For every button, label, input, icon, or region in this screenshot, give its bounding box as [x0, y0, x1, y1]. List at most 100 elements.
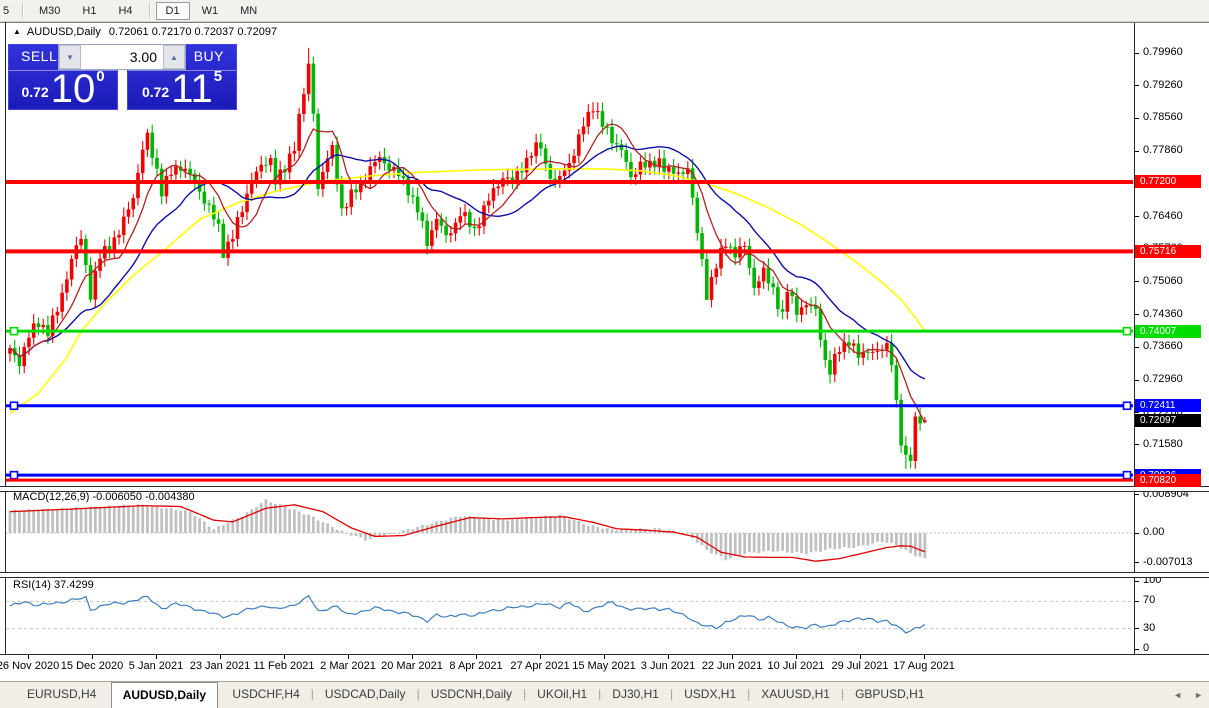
macd-axis-tick-mark: [1134, 533, 1139, 534]
x-axis-tick-mark: [732, 655, 733, 659]
x-axis-date: 15 Dec 2020: [61, 660, 123, 672]
macd-label: MACD(12,26,9) -0.006050 -0.004380: [13, 491, 195, 503]
sell-price-main: 0.72: [21, 84, 48, 100]
sell-price-sup: 0: [96, 68, 104, 85]
buy-button-label[interactable]: BUY: [194, 48, 224, 64]
x-axis-tick-mark: [860, 655, 861, 659]
timeframe-button-h1[interactable]: H1: [72, 2, 106, 20]
x-axis-tick-mark: [796, 655, 797, 659]
x-axis-date: 22 Jun 2021: [702, 660, 763, 672]
timeframe-button-d1[interactable]: D1: [156, 2, 190, 20]
x-axis-date: 10 Jul 2021: [768, 660, 825, 672]
toolbar-separator: [22, 3, 23, 18]
rsi-axis-tick-mark: [1134, 628, 1139, 629]
y-axis-tick-mark: [1134, 347, 1139, 348]
tab-usdcad-daily[interactable]: USDCAD,Daily: [314, 682, 417, 708]
y-axis-tick-mark: [1134, 53, 1139, 54]
timeframe-button-m30[interactable]: M30: [29, 2, 70, 20]
x-axis-tick-mark: [348, 655, 349, 659]
tab-scroll-left-icon[interactable]: ◄: [1173, 690, 1182, 700]
chart-window-left-border: [5, 22, 6, 654]
chart-title: ▲AUDUSD,Daily0.72061 0.72170 0.72037 0.7…: [13, 26, 277, 38]
y-axis-tick-mark: [1134, 380, 1139, 381]
price-level-chip: 0.70820: [1135, 474, 1201, 487]
price-level-chip: 0.77200: [1135, 175, 1201, 188]
timeframe-button-w1[interactable]: W1: [192, 2, 229, 20]
chart-ohlc-values: 0.72061 0.72170 0.72037 0.72097: [109, 26, 277, 38]
y-axis-tick-mark: [1134, 216, 1139, 217]
x-axis-date: 26 Nov 2020: [0, 660, 59, 672]
mt4-terminal: 5M30H1H4D1W1MN ▲AUDUSD,Daily0.72061 0.72…: [0, 0, 1209, 708]
x-axis-tick-mark: [604, 655, 605, 659]
volume-input[interactable]: [81, 45, 163, 69]
tab-dj30-h1[interactable]: DJ30,H1: [601, 682, 670, 708]
rsi-axis-tick-mark: [1134, 649, 1139, 650]
timeframe-button-m5-partial[interactable]: 5: [0, 3, 17, 19]
y-axis-tick-label: 0.74360: [1143, 308, 1183, 320]
window-marker-icon: ▲: [13, 27, 21, 36]
volume-decrease-button[interactable]: ▼: [59, 45, 81, 69]
tab-audusd-daily[interactable]: AUDUSD,Daily: [111, 682, 218, 708]
price-level-chip: 0.74007: [1135, 325, 1201, 338]
buy-price-sup: 5: [214, 68, 222, 85]
y-axis-tick-label: 0.73660: [1143, 340, 1183, 352]
y-axis-tick-label: 0.72960: [1143, 373, 1183, 385]
tab-ukoil-h1[interactable]: UKOil,H1: [526, 682, 598, 708]
tab-xauusd-h1[interactable]: XAUUSD,H1: [750, 682, 841, 708]
tab-usdx-h1[interactable]: USDX,H1: [673, 682, 747, 708]
x-axis-date: 2 Mar 2021: [320, 660, 376, 672]
chart-tab-bar: EURUSD,H4 AUDUSD,Daily USDCHF,H4|USDCAD,…: [0, 681, 1209, 708]
toolbar-separator: [149, 3, 150, 18]
tab-usdcnh-daily[interactable]: USDCNH,Daily: [420, 682, 523, 708]
x-axis-date: 5 Jan 2021: [129, 660, 183, 672]
rsi-axis-tick-label: 70: [1143, 594, 1155, 606]
x-axis-date: 20 Mar 2021: [381, 660, 443, 672]
volume-spinner: ▼ ▲: [58, 44, 186, 70]
x-axis-tick-mark: [220, 655, 221, 659]
x-axis-tick-mark: [284, 655, 285, 659]
y-axis-tick-label: 0.77860: [1143, 144, 1183, 156]
x-axis-date: 17 Aug 2021: [893, 660, 955, 672]
x-axis-tick-mark: [476, 655, 477, 659]
y-axis-tick-mark: [1134, 314, 1139, 315]
x-axis-tick-mark: [156, 655, 157, 659]
tab-scroll-right-icon[interactable]: ►: [1194, 690, 1203, 700]
x-axis-tick-mark: [412, 655, 413, 659]
x-axis-date: 23 Jan 2021: [190, 660, 251, 672]
tab-gbpusd-h1[interactable]: GBPUSD,H1: [844, 682, 935, 708]
sell-button-label[interactable]: SELL: [21, 48, 57, 64]
buy-price-main: 0.72: [142, 84, 169, 100]
y-axis-tick-label: 0.78560: [1143, 111, 1183, 123]
x-axis-date: 29 Jul 2021: [832, 660, 889, 672]
y-axis-tick-mark: [1134, 118, 1139, 119]
tab-usdchf-h4[interactable]: USDCHF,H4: [221, 682, 310, 708]
volume-increase-button[interactable]: ▲: [163, 45, 185, 69]
x-axis-date: 3 Jun 2021: [641, 660, 695, 672]
tab-pad: [0, 682, 16, 708]
rsi-panel-splitter[interactable]: [0, 572, 1209, 578]
y-axis-tick-label: 0.79260: [1143, 79, 1183, 91]
price-level-chip: 0.72411: [1135, 399, 1201, 412]
timeframe-button-h4[interactable]: H4: [108, 2, 142, 20]
y-axis-tick-mark: [1134, 281, 1139, 282]
sell-price: 0.72 10 0: [9, 68, 117, 107]
macd-axis-tick-mark: [1134, 562, 1139, 563]
x-axis-tick-mark: [540, 655, 541, 659]
tab-scroll-arrows: ◄►: [1173, 682, 1203, 707]
x-axis-date: 27 Apr 2021: [510, 660, 569, 672]
macd-axis-tick-label: 0.00: [1143, 526, 1164, 538]
current-price-chip: 0.72097: [1135, 414, 1201, 427]
y-axis-tick-label: 0.76460: [1143, 210, 1183, 222]
macd-axis-tick-mark: [1134, 494, 1139, 495]
rsi-axis-tick-label: 30: [1143, 622, 1155, 634]
macd-axis-tick-label: -0.007013: [1143, 556, 1193, 568]
rsi-axis-tick-mark: [1134, 601, 1139, 602]
timeframe-button-mn[interactable]: MN: [230, 2, 267, 20]
y-axis-tick-mark: [1134, 444, 1139, 445]
x-axis-tick-mark: [92, 655, 93, 659]
sell-price-big: 10: [51, 71, 96, 107]
chart-window-top-border: [0, 22, 1209, 23]
y-axis-tick-label: 0.79960: [1143, 46, 1183, 58]
one-click-trade-panel: SELL 0.72 10 0 BUY 0.72 11 5 ▼ ▲: [8, 44, 237, 110]
tab-eurusd-h4[interactable]: EURUSD,H4: [16, 682, 107, 708]
